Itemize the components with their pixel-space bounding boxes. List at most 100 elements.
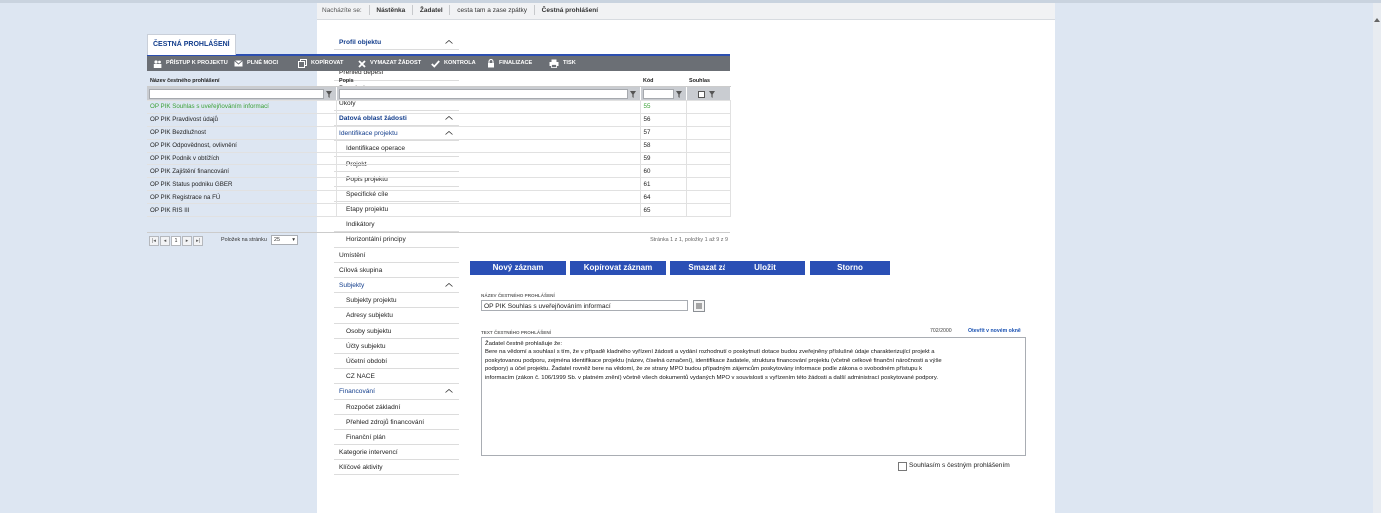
filter-icon[interactable] <box>325 90 332 98</box>
per-page-label: Položek na stránku <box>221 237 267 243</box>
table-row[interactable]: OP PIK Pravdivost údajů 56 <box>147 113 731 127</box>
sidebar-item[interactable]: Subjekty projektu <box>334 293 459 309</box>
table-cell-agreement <box>686 152 731 166</box>
breadcrumb: Nacházíte se: Nástěnka Žadatel cesta tam… <box>317 3 1055 20</box>
prev-page-button[interactable]: ◂ <box>160 236 170 246</box>
sidebar-item-label: Financování <box>339 388 375 396</box>
toolbar-delete-request-button[interactable]: VYMAZAT ŽÁDOST <box>358 56 421 71</box>
sidebar-item[interactable]: CZ NACE <box>334 369 459 385</box>
table-row[interactable]: OP PIK Status podniku GBER 61 <box>147 177 731 192</box>
toolbar-print-button[interactable]: TISK <box>549 56 576 71</box>
last-page-button[interactable]: ▸| <box>193 236 203 246</box>
table-row[interactable]: OP PIK Souhlas s uveřejňováním informací… <box>147 100 731 114</box>
table-cell-desc <box>336 152 641 166</box>
table-cell-desc <box>336 203 641 218</box>
toolbar-finalize-button[interactable]: FINALIZACE <box>487 56 532 71</box>
tab-bar: ČESTNÁ PROHLÁŠENÍ <box>147 34 730 56</box>
table-cell-desc <box>336 126 641 140</box>
table-row[interactable]: OP PIK Podnik v obtížích 59 <box>147 152 731 166</box>
tab-cestna-prohlaseni[interactable]: ČESTNÁ PROHLÁŠENÍ <box>147 34 236 55</box>
table-cell-agreement <box>686 190 731 205</box>
filter-icon[interactable] <box>675 90 682 98</box>
declaration-name-field[interactable]: OP PIK Souhlas s uveřejňováním informací <box>481 300 688 311</box>
toolbar: PŘÍSTUP K PROJEKTU PLNÉ MOCI KOPÍROVAT V… <box>147 56 730 71</box>
filter-name-input[interactable] <box>149 88 332 99</box>
table-cell-desc <box>336 139 641 153</box>
sidebar-item-label: Účty subjektu <box>346 342 386 350</box>
table-cell-code: 58 <box>640 139 687 153</box>
sidebar-item[interactable]: Financování <box>334 384 459 400</box>
sidebar-item[interactable]: Kategorie intervencí <box>334 445 459 461</box>
table-cell-name: OP PIK Podnik v obtížích <box>147 152 337 166</box>
column-header-description[interactable]: Popis <box>336 75 640 87</box>
sidebar-item[interactable]: Umístění <box>334 248 459 263</box>
column-header-agreement[interactable]: Souhlas <box>686 75 730 87</box>
sidebar-item[interactable]: Osoby subjektu <box>334 324 459 339</box>
sidebar-item[interactable]: Subjekty <box>334 278 459 294</box>
x-icon <box>358 59 366 68</box>
table-row[interactable]: OP PIK Zajištění financování 60 <box>147 164 731 179</box>
next-page-button[interactable]: ▸ <box>182 236 192 246</box>
text-field-label: TEXT ČESTNÉHO PROHLÁŠENÍ <box>481 330 551 335</box>
sidebar-item[interactable]: Přehled zdrojů financování <box>334 415 459 430</box>
text-line: poskytovanou podporu, zejména identifika… <box>485 357 942 364</box>
text-line: informacím (zákon č. 106/1999 Sb. v plat… <box>485 374 939 381</box>
sidebar-item-label: Rozpočet základní <box>346 403 401 411</box>
per-page-select[interactable]: 25 ▾ <box>271 235 298 245</box>
text-line: Žadatel čestně prohlašuje že: <box>485 341 562 347</box>
scroll-up-icon[interactable] <box>1374 18 1380 22</box>
table-cell-agreement <box>686 177 731 192</box>
name-field-label: NÁZEV ČESTNÉHO PROHLÁŠENÍ <box>481 293 555 298</box>
declarations-grid: Název čestného prohlášení Popis Kód Souh… <box>147 75 731 218</box>
table-cell-desc <box>336 177 641 192</box>
table-row[interactable]: OP PIK Odpovědnost, ovlivnění 58 <box>147 139 731 153</box>
declaration-text-area[interactable]: Žadatel čestně prohlašuje že: Bere na věd… <box>481 337 1026 456</box>
copy-record-button[interactable]: Kopírovat záznam <box>570 261 666 275</box>
table-cell-code: 61 <box>640 177 687 192</box>
filter-agreement-checkbox[interactable] <box>697 90 705 98</box>
toolbar-check-button[interactable]: KONTROLA <box>431 56 476 71</box>
toolbar-power-of-attorney-button[interactable]: PLNÉ MOCI <box>234 56 278 71</box>
sidebar-item[interactable]: Klíčové aktivity <box>334 460 459 476</box>
sidebar-item-label: Finanční plán <box>346 433 386 441</box>
filter-description-input[interactable] <box>338 88 636 99</box>
breadcrumb-item-zadatel[interactable]: Žadatel <box>420 3 443 19</box>
chevron-up-icon[interactable] <box>445 389 453 394</box>
breadcrumb-item-nastenka[interactable]: Nástěnka <box>376 3 405 19</box>
sidebar-item-label: Přehled zdrojů financování <box>346 418 425 426</box>
filter-code-input[interactable] <box>642 88 682 99</box>
toolbar-access-button[interactable]: PŘÍSTUP K PROJEKTU <box>153 56 228 71</box>
chevron-up-icon[interactable] <box>445 283 453 287</box>
sidebar-item[interactable]: Účty subjektu <box>334 339 459 354</box>
page-scrollbar[interactable] <box>1373 3 1381 513</box>
column-header-name[interactable]: Název čestného prohlášení <box>147 75 336 87</box>
breadcrumb-item-project[interactable]: cesta tam a zase zpátky <box>457 3 527 19</box>
table-row[interactable]: OP PIK RIS III 65 <box>147 203 731 218</box>
sidebar-item[interactable]: Finanční plán <box>334 430 459 446</box>
sidebar-item[interactable]: Cílová skupina <box>334 263 459 278</box>
toolbar-copy-button[interactable]: KOPÍROVAT <box>298 56 343 71</box>
envelope-icon <box>234 60 243 67</box>
sidebar-item[interactable]: Účetní období <box>334 354 459 370</box>
current-page-input[interactable]: 1 <box>171 236 181 246</box>
agree-checkbox[interactable] <box>898 462 907 471</box>
sidebar-item[interactable]: Indikátory <box>334 217 459 233</box>
sidebar-item-label: Klíčové aktivity <box>339 464 383 472</box>
new-record-button[interactable]: Nový záznam <box>470 261 566 275</box>
cancel-button[interactable]: Storno <box>810 261 890 275</box>
table-cell-code: 55 <box>640 100 687 114</box>
filter-row <box>147 86 731 101</box>
table-row[interactable]: OP PIK Registrace na FÚ 64 <box>147 190 731 205</box>
filter-icon[interactable] <box>629 90 636 98</box>
table-cell-desc <box>336 190 641 205</box>
first-page-button[interactable]: |◂ <box>149 236 159 246</box>
table-row[interactable]: OP PIK Bezdlužnost 57 <box>147 126 731 140</box>
filter-icon[interactable] <box>708 90 715 98</box>
open-new-window-link[interactable]: Otevřít v novém okně <box>968 328 1021 334</box>
sidebar-item[interactable]: Rozpočet základní <box>334 400 459 415</box>
save-button[interactable]: Uložit <box>725 261 805 275</box>
column-header-code[interactable]: Kód <box>640 75 686 87</box>
agree-checkbox-label[interactable]: Souhlasím s čestným prohlášením <box>909 462 1010 469</box>
list-icon[interactable] <box>693 300 705 312</box>
sidebar-item[interactable]: Adresy subjektu <box>334 308 459 324</box>
